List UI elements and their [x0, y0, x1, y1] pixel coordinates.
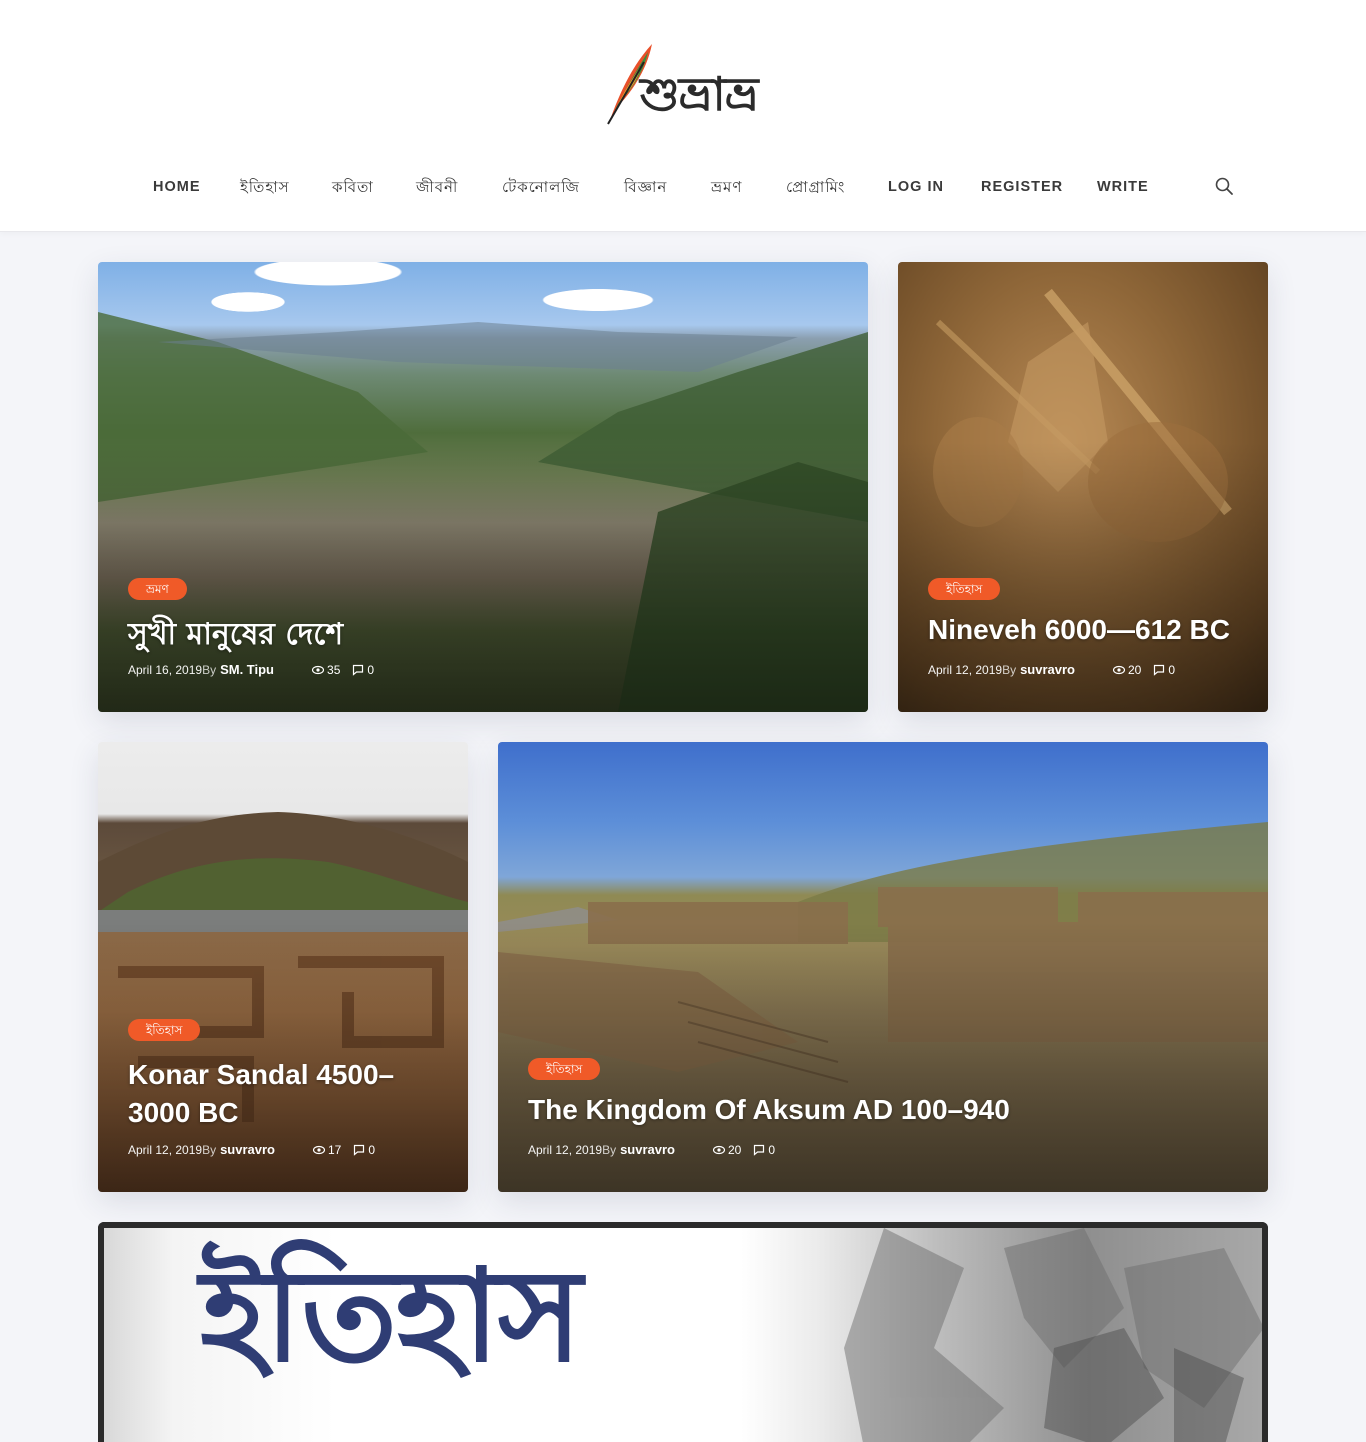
nav-history[interactable]: ইতিহাস — [240, 170, 290, 204]
post-title[interactable]: Konar Sandal 4500– 3000 BC — [128, 1056, 394, 1132]
category-badge[interactable]: ইতিহাস — [528, 1058, 601, 1080]
views-count: 20 — [1113, 663, 1141, 677]
nav-programming[interactable]: প্রোগ্রামিং — [786, 170, 845, 204]
comments-count: 0 — [753, 1143, 775, 1157]
post-by: By — [1002, 662, 1017, 677]
post-date: April 12, 2019 — [928, 662, 1003, 677]
post-card-aksum[interactable]: ইতিহাস The Kingdom Of Aksum AD 100–940 A… — [498, 742, 1268, 1192]
site-header: শুভ্রাভ্র HOME ইতিহাস কবিতা জীবনী টেকনোল… — [0, 0, 1366, 232]
category-badge[interactable]: ভ্রমণ — [128, 578, 187, 600]
eye-icon — [312, 665, 325, 674]
post-author[interactable]: suvravro — [620, 1142, 675, 1157]
nav-science[interactable]: বিজ্ঞান — [624, 170, 667, 204]
rock-texture — [844, 1228, 1262, 1442]
post-author[interactable]: SM. Tipu — [220, 662, 274, 677]
post-meta: April 12, 2019 By suvravro 20 0 — [528, 1142, 775, 1157]
nav-login[interactable]: LOG IN — [888, 170, 944, 204]
views-count: 17 — [313, 1143, 341, 1157]
nav-home[interactable]: HOME — [153, 170, 201, 204]
post-by: By — [602, 1142, 617, 1157]
eye-icon — [713, 1145, 725, 1154]
post-meta: April 12, 2019 By suvravro 17 0 — [128, 1142, 375, 1157]
history-banner[interactable]: ইতিহাস — [98, 1222, 1268, 1442]
search-icon[interactable] — [1214, 176, 1234, 196]
post-title[interactable]: সুখী মানুষের দেশে — [128, 610, 343, 661]
nav-technology[interactable]: টেকনোলজি — [502, 170, 580, 204]
views-count: 20 — [713, 1143, 741, 1157]
eye-icon — [313, 1145, 325, 1154]
post-by: By — [202, 1142, 217, 1157]
main-nav: HOME ইতিহাস কবিতা জীবনী টেকনোলজি বিজ্ঞান… — [0, 170, 1366, 204]
nav-register[interactable]: REGISTER — [981, 170, 1063, 204]
post-date: April 12, 2019 — [128, 1142, 203, 1157]
eye-icon — [1113, 665, 1125, 674]
post-card-konar-sandal[interactable]: ইতিহাস Konar Sandal 4500– 3000 BC April … — [98, 742, 468, 1192]
post-date: April 16, 2019 — [128, 662, 203, 677]
post-meta: April 16, 2019 By SM. Tipu 35 0 — [128, 662, 374, 677]
nav-poetry[interactable]: কবিতা — [332, 170, 374, 204]
post-card-nineveh[interactable]: ইতিহাস Nineveh 6000—612 BC April 12, 201… — [898, 262, 1268, 712]
comments-count: 0 — [353, 1143, 375, 1157]
comments-count: 0 — [352, 663, 374, 677]
nav-write[interactable]: WRITE — [1097, 170, 1149, 204]
nav-biography[interactable]: জীবনী — [416, 170, 458, 204]
post-author[interactable]: suvravro — [1020, 662, 1075, 677]
post-title[interactable]: The Kingdom Of Aksum AD 100–940 — [528, 1094, 1010, 1126]
category-badge[interactable]: ইতিহাস — [128, 1019, 201, 1041]
comments-count: 0 — [1153, 663, 1175, 677]
post-title[interactable]: Nineveh 6000—612 BC — [928, 614, 1230, 646]
post-meta: April 12, 2019 By suvravro 20 0 — [928, 662, 1175, 677]
post-date: April 12, 2019 — [528, 1142, 603, 1157]
post-card-travel[interactable]: ভ্রমণ সুখী মানুষের দেশে April 16, 2019 B… — [98, 262, 868, 712]
site-logo[interactable]: শুভ্রাভ্র — [604, 38, 764, 128]
post-by: By — [202, 662, 217, 677]
comment-icon — [1154, 664, 1165, 676]
views-count: 35 — [312, 663, 340, 677]
comment-icon — [354, 1144, 365, 1156]
logo-text: শুভ্রাভ্র — [640, 67, 759, 121]
banner-title: ইতিহাস — [200, 1242, 582, 1391]
post-author[interactable]: suvravro — [220, 1142, 275, 1157]
nav-travel[interactable]: ভ্রমণ — [711, 170, 742, 204]
comment-icon — [353, 664, 364, 676]
category-badge[interactable]: ইতিহাস — [928, 578, 1001, 600]
comment-icon — [754, 1144, 765, 1156]
